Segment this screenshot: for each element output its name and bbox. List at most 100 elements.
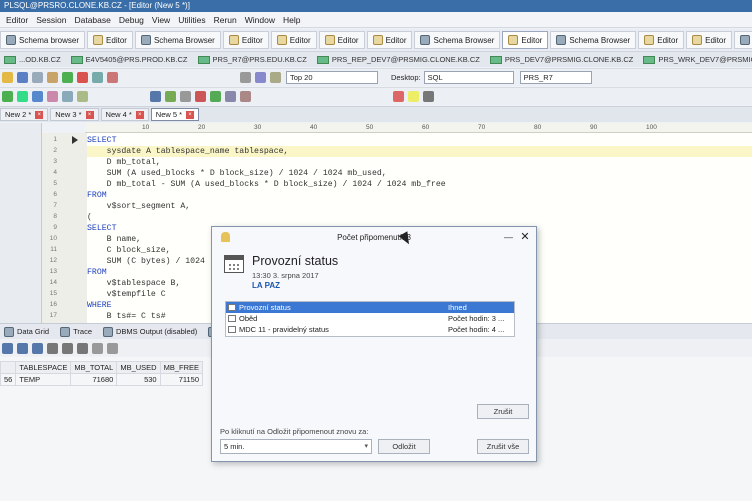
output-tab[interactable]: Data Grid [0, 325, 53, 338]
output-tab-label: DBMS Output (disabled) [116, 327, 198, 336]
top-combo[interactable]: Top 20 [286, 71, 378, 84]
toolbar-tab[interactable]: Schema Browser [734, 31, 752, 49]
column-header[interactable]: MB_FREE [159, 361, 204, 374]
output-tab[interactable]: Trace [56, 325, 96, 338]
connection-tab[interactable]: PRS_DEV7@PRSMIG.CLONE.KB.CZ [486, 53, 637, 67]
toolbar-tab[interactable]: Editor [270, 31, 317, 49]
delete-record-icon[interactable] [47, 342, 58, 354]
menu-item[interactable]: View [148, 15, 174, 25]
code-line: v$sort_segment A, [87, 202, 191, 211]
reminder-item[interactable]: Provozní status Ihned [226, 302, 514, 313]
undo-icon[interactable] [150, 91, 161, 102]
replace-icon[interactable] [77, 91, 88, 102]
close-tab-icon[interactable]: × [85, 110, 94, 119]
dismiss-all-button[interactable]: Zrušit vše [477, 439, 529, 454]
connection-tab[interactable]: E4V5405@PRS.PROD.KB.CZ [67, 53, 192, 67]
post-icon[interactable] [62, 342, 73, 354]
reminder-item[interactable]: MDC 11 - pravidelný status Počet hodin: 4… [226, 324, 514, 335]
outdent-icon[interactable] [240, 91, 251, 102]
toolbar-tab[interactable]: Schema Browser [550, 31, 637, 49]
menu-item[interactable]: Window [241, 15, 279, 25]
toolbar-tab[interactable]: Editor [222, 31, 269, 49]
document-tab[interactable]: New 4 * × [100, 108, 149, 121]
toolbar-tab[interactable]: Schema browser [0, 31, 86, 49]
connection-icon [4, 55, 16, 64]
stop-icon[interactable] [77, 72, 88, 83]
table-row[interactable]: 56 TEMP 71680 530 71150 [0, 373, 204, 386]
chart-icon[interactable] [255, 72, 266, 83]
format-icon[interactable] [47, 91, 58, 102]
toolbar-tab[interactable]: Editor [87, 31, 133, 49]
copy-icon[interactable] [32, 72, 43, 83]
menu-item[interactable]: Database [70, 15, 114, 25]
document-tab[interactable]: New 3 * × [50, 108, 99, 121]
lowercase-icon[interactable] [210, 91, 221, 102]
column-header[interactable]: TABLESPACE [15, 361, 72, 374]
play-icon[interactable] [2, 342, 13, 354]
first-record-icon[interactable] [17, 342, 28, 354]
snooze-button[interactable]: Odložit [378, 439, 430, 454]
column-header[interactable]: MB_TOTAL [70, 361, 118, 374]
add-record-icon[interactable] [32, 342, 43, 354]
highlight-icon[interactable] [408, 91, 419, 102]
schema-combo[interactable]: PRS_R7 [519, 71, 592, 84]
connection-tab[interactable]: PRS_REP_DEV7@PRSMIG.CLONE.KB.CZ [313, 53, 484, 67]
close-tab-icon[interactable]: × [135, 110, 144, 119]
connection-tab[interactable]: PRS_R7@PRS.EDU.KB.CZ [194, 53, 311, 67]
code-line: SUM (A used_blocks * D block_size) / 102… [87, 169, 387, 178]
options-icon[interactable] [423, 91, 434, 102]
execute-icon[interactable] [2, 91, 13, 102]
rollback-icon[interactable] [107, 72, 118, 83]
save-icon[interactable] [17, 72, 28, 83]
document-tab[interactable]: New 2 * × [0, 108, 49, 121]
uppercase-icon[interactable] [195, 91, 206, 102]
reminder-location[interactable]: LA PAZ [252, 281, 280, 290]
desktop-label: Desktop: [391, 73, 421, 82]
comment-icon[interactable] [180, 91, 191, 102]
minimize-icon[interactable]: — [504, 232, 513, 242]
menu-item[interactable]: Help [279, 15, 304, 25]
toolbar-tab[interactable]: Schema Browser [414, 31, 501, 49]
redo-icon[interactable] [165, 91, 176, 102]
reminder-name: Provozní status [239, 303, 291, 312]
settings-icon[interactable] [240, 72, 251, 83]
menu-item[interactable]: Session [32, 15, 70, 25]
toolbar-tab[interactable]: Schema Browser [134, 31, 221, 49]
toolbar-tab[interactable]: Editor [366, 31, 413, 49]
filter-icon[interactable] [270, 72, 281, 83]
snooze-select[interactable]: 5 min. ▾ [220, 439, 372, 454]
close-tab-icon[interactable]: × [186, 110, 195, 119]
cancel-icon[interactable] [77, 342, 88, 354]
paste-icon[interactable] [47, 72, 58, 83]
dismiss-button[interactable]: Zrušit [477, 404, 529, 419]
connection-tab[interactable]: PRS_WRK_DEV7@PRSMIG.CLONE.KB.CZ [639, 53, 752, 67]
ruler-tick: 90 [590, 124, 598, 131]
bookmark-icon[interactable] [393, 91, 404, 102]
commit-icon[interactable] [92, 72, 103, 83]
find-icon[interactable] [62, 91, 73, 102]
connection-tab[interactable]: ...OD.KB.CZ [0, 53, 65, 67]
toolbar-tab[interactable]: Editor [638, 31, 685, 49]
menu-item[interactable]: Editor [2, 15, 32, 25]
menu-item[interactable]: Utilities [174, 15, 209, 25]
column-header[interactable]: MB_USED [116, 361, 161, 374]
close-tab-icon[interactable]: × [35, 110, 44, 119]
toolbar-tab[interactable]: Editor [502, 31, 549, 49]
desktop-combo[interactable]: SQL [423, 71, 514, 84]
sum-icon[interactable] [107, 342, 118, 354]
column-header[interactable] [0, 361, 17, 374]
open-icon[interactable] [2, 72, 13, 83]
document-tab[interactable]: New 5 * × [150, 108, 200, 121]
menu-item[interactable]: Debug [115, 15, 148, 25]
output-tab[interactable]: DBMS Output (disabled) [99, 325, 201, 338]
toolbar-tab[interactable]: Editor [686, 31, 733, 49]
explain-icon[interactable] [32, 91, 43, 102]
reminder-item[interactable]: Oběd Počet hodin: 3 ... [226, 313, 514, 324]
close-icon[interactable]: ✕ [520, 231, 530, 243]
indent-icon[interactable] [225, 91, 236, 102]
execute-script-icon[interactable] [17, 91, 28, 102]
toolbar-tab[interactable]: Editor [318, 31, 365, 49]
refresh-icon[interactable] [92, 342, 103, 354]
menu-item[interactable]: Rerun [210, 15, 241, 25]
run-icon[interactable] [62, 72, 73, 83]
